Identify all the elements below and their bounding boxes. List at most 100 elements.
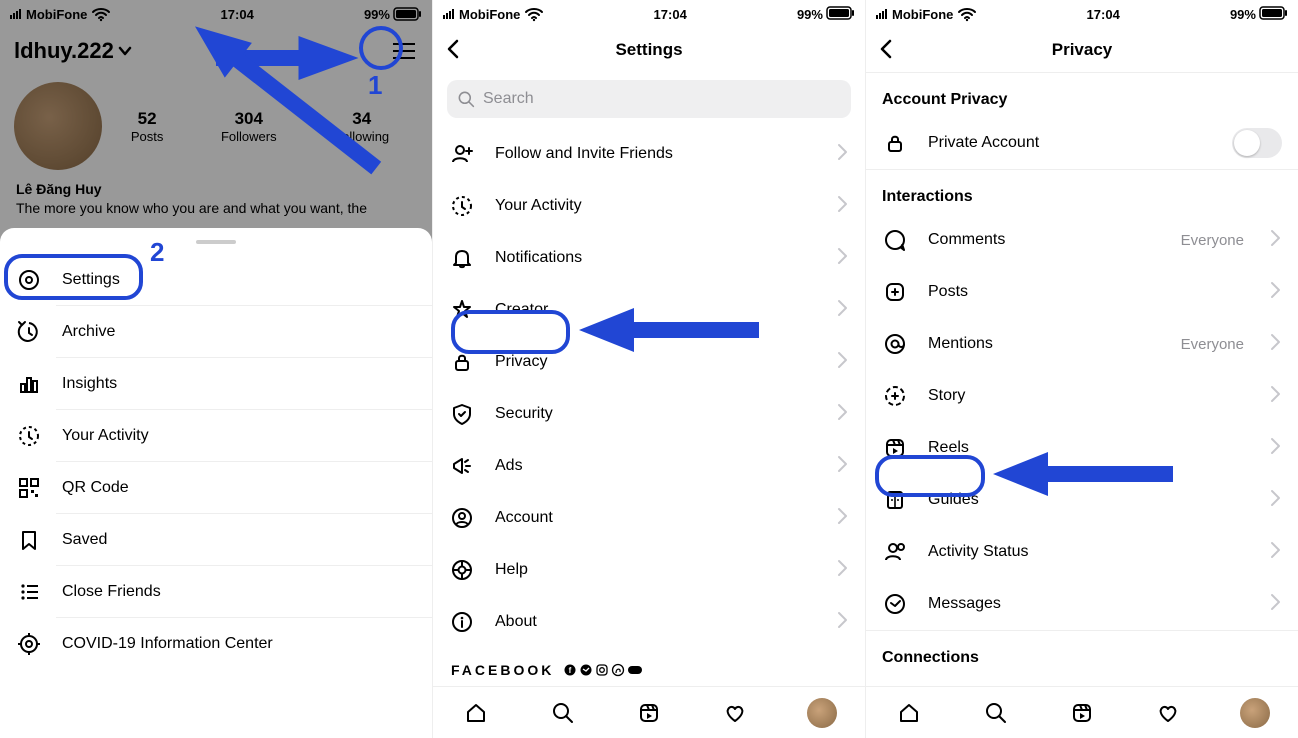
- annotation-circle-guides: [875, 455, 985, 497]
- annotation-circle-1: [359, 26, 403, 70]
- tab-reels[interactable]: [635, 699, 663, 727]
- menu-qr-code[interactable]: QR Code: [0, 462, 432, 514]
- privacy-messages[interactable]: Messages: [866, 578, 1298, 630]
- facebook-app-icons: f: [564, 664, 642, 676]
- menu-your-activity[interactable]: Your Activity: [0, 410, 432, 462]
- back-button[interactable]: [443, 38, 467, 62]
- info-icon: [449, 610, 475, 634]
- settings-ads[interactable]: Ads: [433, 440, 865, 492]
- search-input[interactable]: Search: [447, 80, 851, 118]
- section-account-privacy: Account Privacy: [866, 73, 1298, 117]
- carrier-label: MobiFone: [459, 7, 520, 22]
- page-title: Privacy: [1052, 40, 1113, 60]
- status-time: 17:04: [1087, 7, 1120, 22]
- wifi-icon: [525, 6, 543, 22]
- chevron-right-icon: [837, 455, 849, 478]
- add-user-icon: [449, 142, 475, 166]
- story-icon: [882, 384, 908, 408]
- screen-1-profile: MobiFone 17:04 99% ldhuy.222 52Posts 304…: [0, 0, 433, 738]
- search-icon: [457, 90, 475, 108]
- archive-icon: [16, 320, 42, 344]
- battery-icon: [827, 5, 855, 24]
- privacy-comments[interactable]: CommentsEveryone: [866, 214, 1298, 266]
- bell-icon: [449, 246, 475, 270]
- chevron-right-icon: [837, 195, 849, 218]
- at-icon: [882, 332, 908, 356]
- saved-icon: [16, 528, 42, 552]
- screen-3-privacy: MobiFone 17:04 99% Privacy Account Priva…: [866, 0, 1298, 738]
- menu-archive[interactable]: Archive: [0, 306, 432, 358]
- tab-activity[interactable]: [721, 699, 749, 727]
- chevron-right-icon: [837, 351, 849, 374]
- chevron-right-icon: [837, 247, 849, 270]
- tab-profile[interactable]: [808, 699, 836, 727]
- private-account-toggle[interactable]: [1232, 128, 1282, 158]
- settings-account[interactable]: Account: [433, 492, 865, 544]
- shield-icon: [449, 402, 475, 426]
- annotation-circle-2: [4, 254, 143, 300]
- page-title: Settings: [615, 40, 682, 60]
- activity-status-icon: [882, 540, 908, 564]
- wifi-icon: [958, 6, 976, 22]
- chevron-right-icon: [837, 507, 849, 530]
- options-bottom-sheet: Settings Archive Insights Your Activity …: [0, 228, 432, 738]
- privacy-story[interactable]: Story: [866, 370, 1298, 422]
- svg-text:f: f: [569, 666, 572, 675]
- comment-icon: [882, 228, 908, 252]
- annotation-arrow-guides: [993, 452, 1173, 505]
- chevron-right-icon: [837, 611, 849, 634]
- settings-security[interactable]: Security: [433, 388, 865, 440]
- settings-follow-invite[interactable]: Follow and Invite Friends: [433, 128, 865, 180]
- chevron-right-icon: [837, 143, 849, 166]
- chevron-right-icon: [837, 299, 849, 322]
- section-connections: Connections: [866, 631, 1298, 675]
- annotation-number-2: 2: [150, 237, 164, 268]
- status-time: 17:04: [654, 7, 687, 22]
- annotation-arrow-privacy: [579, 308, 759, 361]
- battery-pct: 99%: [797, 7, 823, 22]
- settings-help[interactable]: Help: [433, 544, 865, 596]
- mentions-value: Everyone: [1181, 336, 1244, 353]
- menu-close-friends[interactable]: Close Friends: [0, 566, 432, 618]
- privacy-mentions[interactable]: MentionsEveryone: [866, 318, 1298, 370]
- tab-search[interactable]: [982, 699, 1010, 727]
- privacy-posts[interactable]: Posts: [866, 266, 1298, 318]
- tab-search[interactable]: [549, 699, 577, 727]
- tab-reels[interactable]: [1068, 699, 1096, 727]
- qr-icon: [16, 476, 42, 500]
- insights-icon: [16, 372, 42, 396]
- activity-icon: [16, 424, 42, 448]
- menu-saved[interactable]: Saved: [0, 514, 432, 566]
- battery-pct: 99%: [1230, 7, 1256, 22]
- search-placeholder: Search: [483, 90, 534, 108]
- privacy-private-account[interactable]: Private Account: [866, 117, 1298, 169]
- battery-icon: [1260, 5, 1288, 24]
- ads-icon: [449, 454, 475, 478]
- settings-your-activity[interactable]: Your Activity: [433, 180, 865, 232]
- facebook-brand: FACEBOOK f: [433, 648, 865, 684]
- comments-value: Everyone: [1181, 232, 1244, 249]
- tab-profile[interactable]: [1241, 699, 1269, 727]
- chevron-right-icon: [837, 403, 849, 426]
- signal-icon: [443, 9, 454, 19]
- menu-covid-info[interactable]: COVID-19 Information Center: [0, 618, 432, 670]
- carrier-label: MobiFone: [892, 7, 953, 22]
- covid-icon: [16, 632, 42, 656]
- screen-2-settings: MobiFone 17:04 99% Settings Search Follo…: [433, 0, 866, 738]
- privacy-activity-status[interactable]: Activity Status: [866, 526, 1298, 578]
- account-icon: [449, 506, 475, 530]
- activity-icon: [449, 194, 475, 218]
- annotation-arrow-2: [170, 75, 400, 270]
- menu-insights[interactable]: Insights: [0, 358, 432, 410]
- tab-home[interactable]: [895, 699, 923, 727]
- settings-notifications[interactable]: Notifications: [433, 232, 865, 284]
- back-button[interactable]: [876, 38, 900, 62]
- settings-about[interactable]: About: [433, 596, 865, 648]
- tab-home[interactable]: [462, 699, 490, 727]
- chevron-right-icon: [837, 559, 849, 582]
- help-icon: [449, 558, 475, 582]
- signal-icon: [876, 9, 887, 19]
- tab-activity[interactable]: [1154, 699, 1182, 727]
- annotation-circle-privacy: [451, 310, 570, 354]
- messages-icon: [882, 592, 908, 616]
